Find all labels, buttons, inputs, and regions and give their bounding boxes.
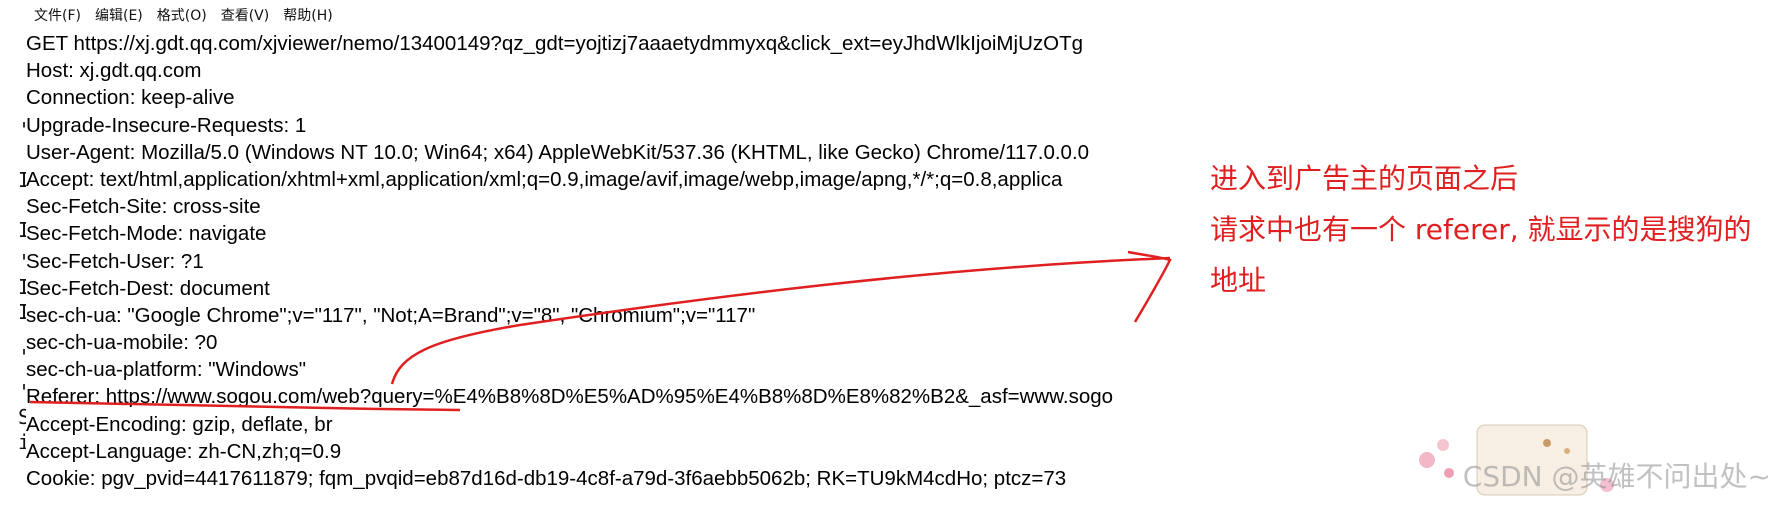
header-referer: Referer: https://www.sogou.com/web?query…	[26, 385, 1114, 409]
menu-view[interactable]: 查看(V)	[221, 5, 270, 25]
header-cookie: Cookie: pgv_pvid=4417611879; fqm_pvqid=e…	[26, 467, 1067, 490]
annotation-line-3: 地址	[1210, 264, 1267, 297]
annotation-line-2: 请求中也有一个 referer, 就显示的是搜狗的	[1210, 213, 1752, 246]
header-sec-fetch-dest: Sec-Fetch-Dest: document	[26, 276, 270, 300]
header-sec-ch-ua-platform: sec-ch-ua-platform: "Windows"	[26, 358, 306, 382]
header-upgrade-insecure: Upgrade-Insecure-Requests: 1	[26, 113, 307, 137]
header-user-agent: User-Agent: Mozilla/5.0 (Windows NT 10.0…	[26, 140, 1090, 164]
notepad-window: 文件(F) 编辑(E) 格式(O) 查看(V) 帮助(H) GET https:…	[26, 0, 1149, 509]
header-sec-ch-ua: sec-ch-ua: "Google Chrome";v="117", "Not…	[26, 303, 756, 327]
header-host: Host: xj.gdt.qq.com	[26, 59, 202, 83]
annotation-line-1: 进入到广告主的页面之后	[1210, 162, 1519, 195]
menu-help[interactable]: 帮助(H)	[283, 5, 332, 25]
menu-bar: 文件(F) 编辑(E) 格式(O) 查看(V) 帮助(H)	[26, 0, 1149, 30]
header-accept: Accept: text/html,application/xhtml+xml,…	[26, 167, 1063, 191]
text-editor-area[interactable]: GET https://xj.gdt.qq.com/xjviewer/nemo/…	[26, 30, 1149, 492]
header-sec-fetch-mode: Sec-Fetch-Mode: navigate	[26, 222, 267, 246]
header-connection: Connection: keep-alive	[26, 86, 235, 110]
menu-file[interactable]: 文件(F)	[34, 5, 81, 25]
header-sec-fetch-site: Sec-Fetch-Site: cross-site	[26, 195, 261, 219]
header-sec-ch-ua-mobile: sec-ch-ua-mobile: ?0	[26, 331, 218, 355]
watermark: CSDN @英雄不问出处~	[1462, 460, 1771, 493]
header-sec-fetch-user: Sec-Fetch-User: ?1	[26, 249, 204, 273]
menu-edit[interactable]: 编辑(E)	[95, 5, 143, 25]
menu-format[interactable]: 格式(O)	[157, 5, 207, 25]
request-line: GET https://xj.gdt.qq.com/xjviewer/nemo/…	[26, 32, 1083, 55]
left-window-edge: ' I I ' I I ' ' Si	[0, 0, 30, 509]
header-accept-encoding: Accept-Encoding: gzip, deflate, br	[26, 412, 333, 436]
header-accept-language: Accept-Language: zh-CN,zh;q=0.9	[26, 439, 342, 463]
